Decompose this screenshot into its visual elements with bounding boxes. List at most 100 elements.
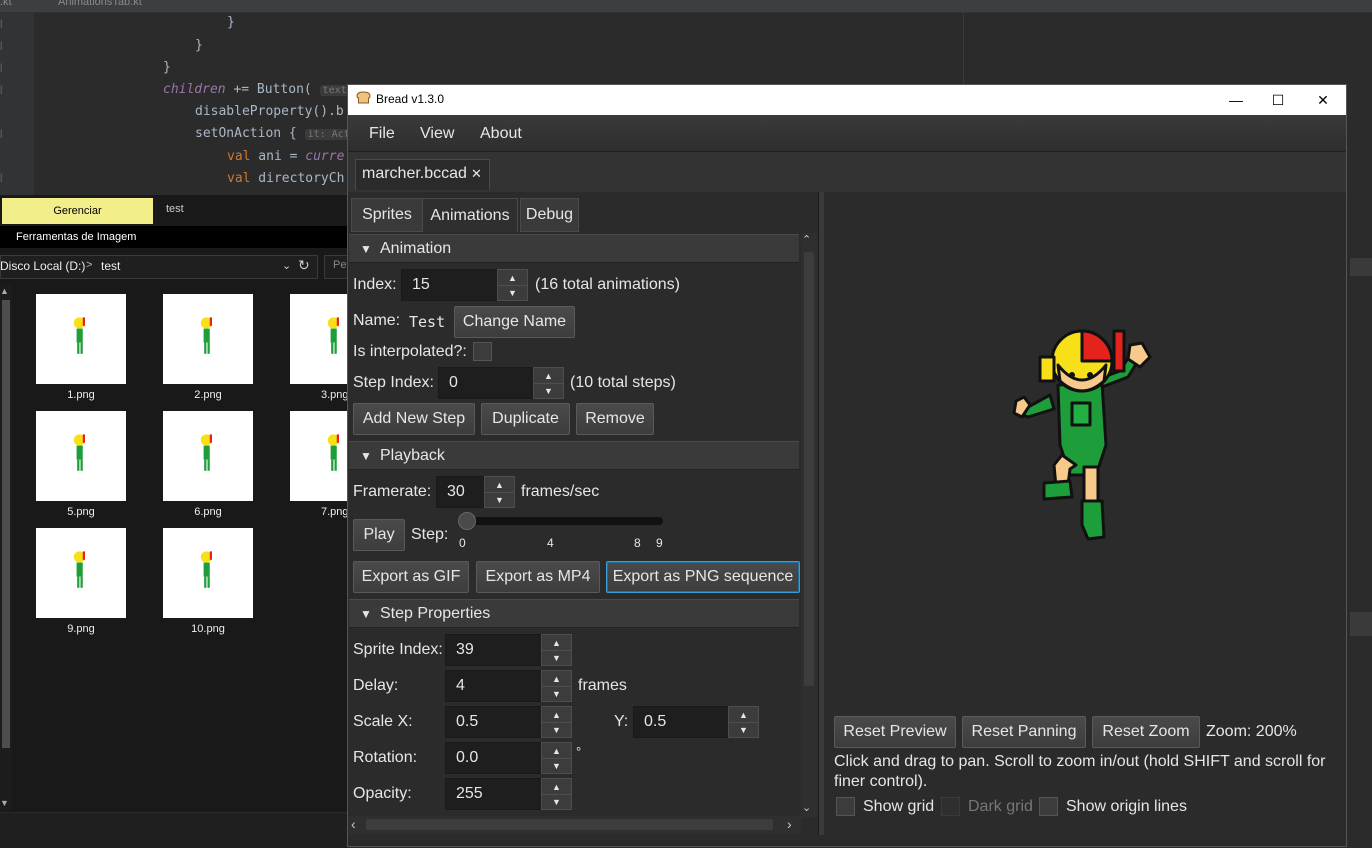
section-animation-title[interactable]: Animation	[380, 240, 451, 258]
export-mp4-button[interactable]: Export as MP4	[476, 561, 600, 593]
rotation-stepper[interactable]: ▲ ▼	[541, 742, 572, 774]
close-icon[interactable]: ✕	[1300, 88, 1346, 112]
scale-y-stepper[interactable]: ▲ ▼	[728, 706, 759, 738]
spin-down-icon[interactable]: ▼	[485, 492, 514, 507]
explorer-scrollbar-thumb[interactable]	[2, 300, 10, 748]
chevron-down-icon[interactable]: ⌄	[282, 259, 291, 272]
ribbon-tab-folder[interactable]: test	[166, 203, 184, 215]
scroll-down-icon[interactable]: ⌄	[802, 801, 811, 814]
minimize-icon[interactable]: —	[1213, 88, 1259, 112]
animation-index-stepper[interactable]: ▲ ▼	[497, 269, 528, 301]
reset-panning-button[interactable]: Reset Panning	[962, 716, 1086, 748]
change-name-button[interactable]: Change Name	[454, 306, 575, 338]
scale-x-stepper[interactable]: ▲ ▼	[541, 706, 572, 738]
refresh-icon[interactable]: ↻	[298, 257, 310, 274]
file-name[interactable]: 3.png	[290, 389, 348, 401]
collapse-arrow-icon[interactable]: ▼	[360, 449, 372, 463]
scroll-left-icon[interactable]: ‹	[351, 816, 356, 832]
file-thumbnail[interactable]	[163, 294, 253, 384]
step-index-stepper[interactable]: ▲ ▼	[533, 367, 564, 399]
spin-down-icon[interactable]: ▼	[729, 722, 758, 737]
delay-stepper[interactable]: ▲ ▼	[541, 670, 572, 702]
show-grid-label[interactable]: Show grid	[863, 798, 934, 816]
panel-horizontal-scrollbar-thumb[interactable]	[366, 819, 773, 830]
gutter-fold-icon[interactable]: |	[0, 128, 6, 138]
code-line[interactable]: val directoryCh	[227, 171, 344, 186]
show-grid-checkbox[interactable]	[836, 797, 855, 816]
framerate-stepper[interactable]: ▲ ▼	[484, 476, 515, 508]
step-slider-track[interactable]	[458, 517, 663, 525]
section-step-properties-title[interactable]: Step Properties	[380, 605, 490, 623]
scale-y-input[interactable]: 0.5	[633, 706, 730, 738]
menu-file[interactable]: File	[369, 125, 395, 143]
code-line[interactable]: }	[195, 38, 203, 53]
export-gif-button[interactable]: Export as GIF	[353, 561, 469, 593]
spin-up-icon[interactable]: ▲	[498, 270, 527, 286]
spin-up-icon[interactable]: ▲	[534, 368, 563, 384]
export-png-sequence-button[interactable]: Export as PNG sequence	[606, 561, 800, 593]
opacity-stepper[interactable]: ▲ ▼	[541, 778, 572, 810]
file-name[interactable]: 2.png	[163, 389, 253, 401]
file-name[interactable]: 6.png	[163, 506, 253, 518]
file-thumbnail[interactable]	[290, 411, 348, 501]
rotation-input[interactable]: 0.0	[445, 742, 542, 774]
tab-close-icon[interactable]: ✕	[471, 166, 482, 182]
file-thumbnail[interactable]	[36, 294, 126, 384]
file-name[interactable]: 1.png	[36, 389, 126, 401]
address-crumb-folder[interactable]: test	[101, 259, 120, 273]
spin-down-icon[interactable]: ▼	[542, 686, 571, 701]
add-new-step-button[interactable]: Add New Step	[353, 403, 475, 435]
code-line[interactable]: setOnAction { it: Act	[195, 126, 353, 141]
gutter-fold-icon[interactable]: |	[0, 40, 6, 50]
section-playback-title[interactable]: Playback	[380, 447, 445, 465]
ribbon-group-image-tools[interactable]: Ferramentas de Imagem	[16, 231, 136, 243]
spin-up-icon[interactable]: ▲	[485, 477, 514, 493]
code-line[interactable]: children += Button( text:	[163, 82, 356, 97]
file-thumbnail[interactable]	[163, 528, 253, 618]
menu-about[interactable]: About	[480, 125, 522, 143]
maximize-icon[interactable]: ☐	[1255, 88, 1301, 112]
panel-vertical-scrollbar-thumb[interactable]	[804, 252, 814, 686]
delay-input[interactable]: 4	[445, 670, 542, 702]
spin-down-icon[interactable]: ▼	[542, 650, 571, 665]
reset-zoom-button[interactable]: Reset Zoom	[1092, 716, 1200, 748]
code-line[interactable]: }	[227, 15, 235, 30]
sprite-index-stepper[interactable]: ▲ ▼	[541, 634, 572, 666]
file-tab-label[interactable]: marcher.bccad	[362, 165, 467, 183]
spin-up-icon[interactable]: ▲	[542, 779, 571, 795]
gutter-fold-icon[interactable]: |	[0, 84, 6, 94]
address-crumb-drive[interactable]: Disco Local (D:)	[0, 259, 85, 273]
duplicate-button[interactable]: Duplicate	[481, 403, 570, 435]
spin-up-icon[interactable]: ▲	[542, 707, 571, 723]
collapse-arrow-icon[interactable]: ▼	[360, 607, 372, 621]
spin-down-icon[interactable]: ▼	[542, 722, 571, 737]
gutter-fold-icon[interactable]: |	[0, 62, 6, 72]
scroll-up-icon[interactable]: ▲	[0, 286, 9, 296]
animation-index-input[interactable]: 15	[401, 269, 498, 301]
spin-down-icon[interactable]: ▼	[542, 758, 571, 773]
scale-x-input[interactable]: 0.5	[445, 706, 542, 738]
spin-down-icon[interactable]: ▼	[498, 285, 527, 300]
spin-up-icon[interactable]: ▲	[542, 671, 571, 687]
file-thumbnail[interactable]	[163, 411, 253, 501]
play-button[interactable]: Play	[353, 519, 405, 551]
remove-button[interactable]: Remove	[576, 403, 654, 435]
code-line[interactable]: disableProperty().b	[195, 104, 344, 119]
menu-view[interactable]: View	[420, 125, 454, 143]
file-thumbnail[interactable]	[36, 411, 126, 501]
reset-preview-button[interactable]: Reset Preview	[834, 716, 956, 748]
interpolated-checkbox[interactable]	[473, 342, 492, 361]
file-name[interactable]: 5.png	[36, 506, 126, 518]
spin-down-icon[interactable]: ▼	[542, 794, 571, 809]
file-thumbnail[interactable]	[290, 294, 348, 384]
tab-sprites[interactable]: Sprites	[351, 198, 423, 232]
scroll-right-icon[interactable]: ›	[787, 816, 792, 832]
tab-animations[interactable]: Animations	[422, 198, 518, 232]
file-name[interactable]: 10.png	[163, 623, 253, 635]
spin-up-icon[interactable]: ▲	[729, 707, 758, 723]
ide-tab-fragment[interactable]: .kt​	[0, 0, 12, 10]
show-origin-lines-checkbox[interactable]	[1039, 797, 1058, 816]
spin-up-icon[interactable]: ▲	[542, 635, 571, 651]
spin-down-icon[interactable]: ▼	[534, 383, 563, 398]
spin-up-icon[interactable]: ▲	[542, 743, 571, 759]
